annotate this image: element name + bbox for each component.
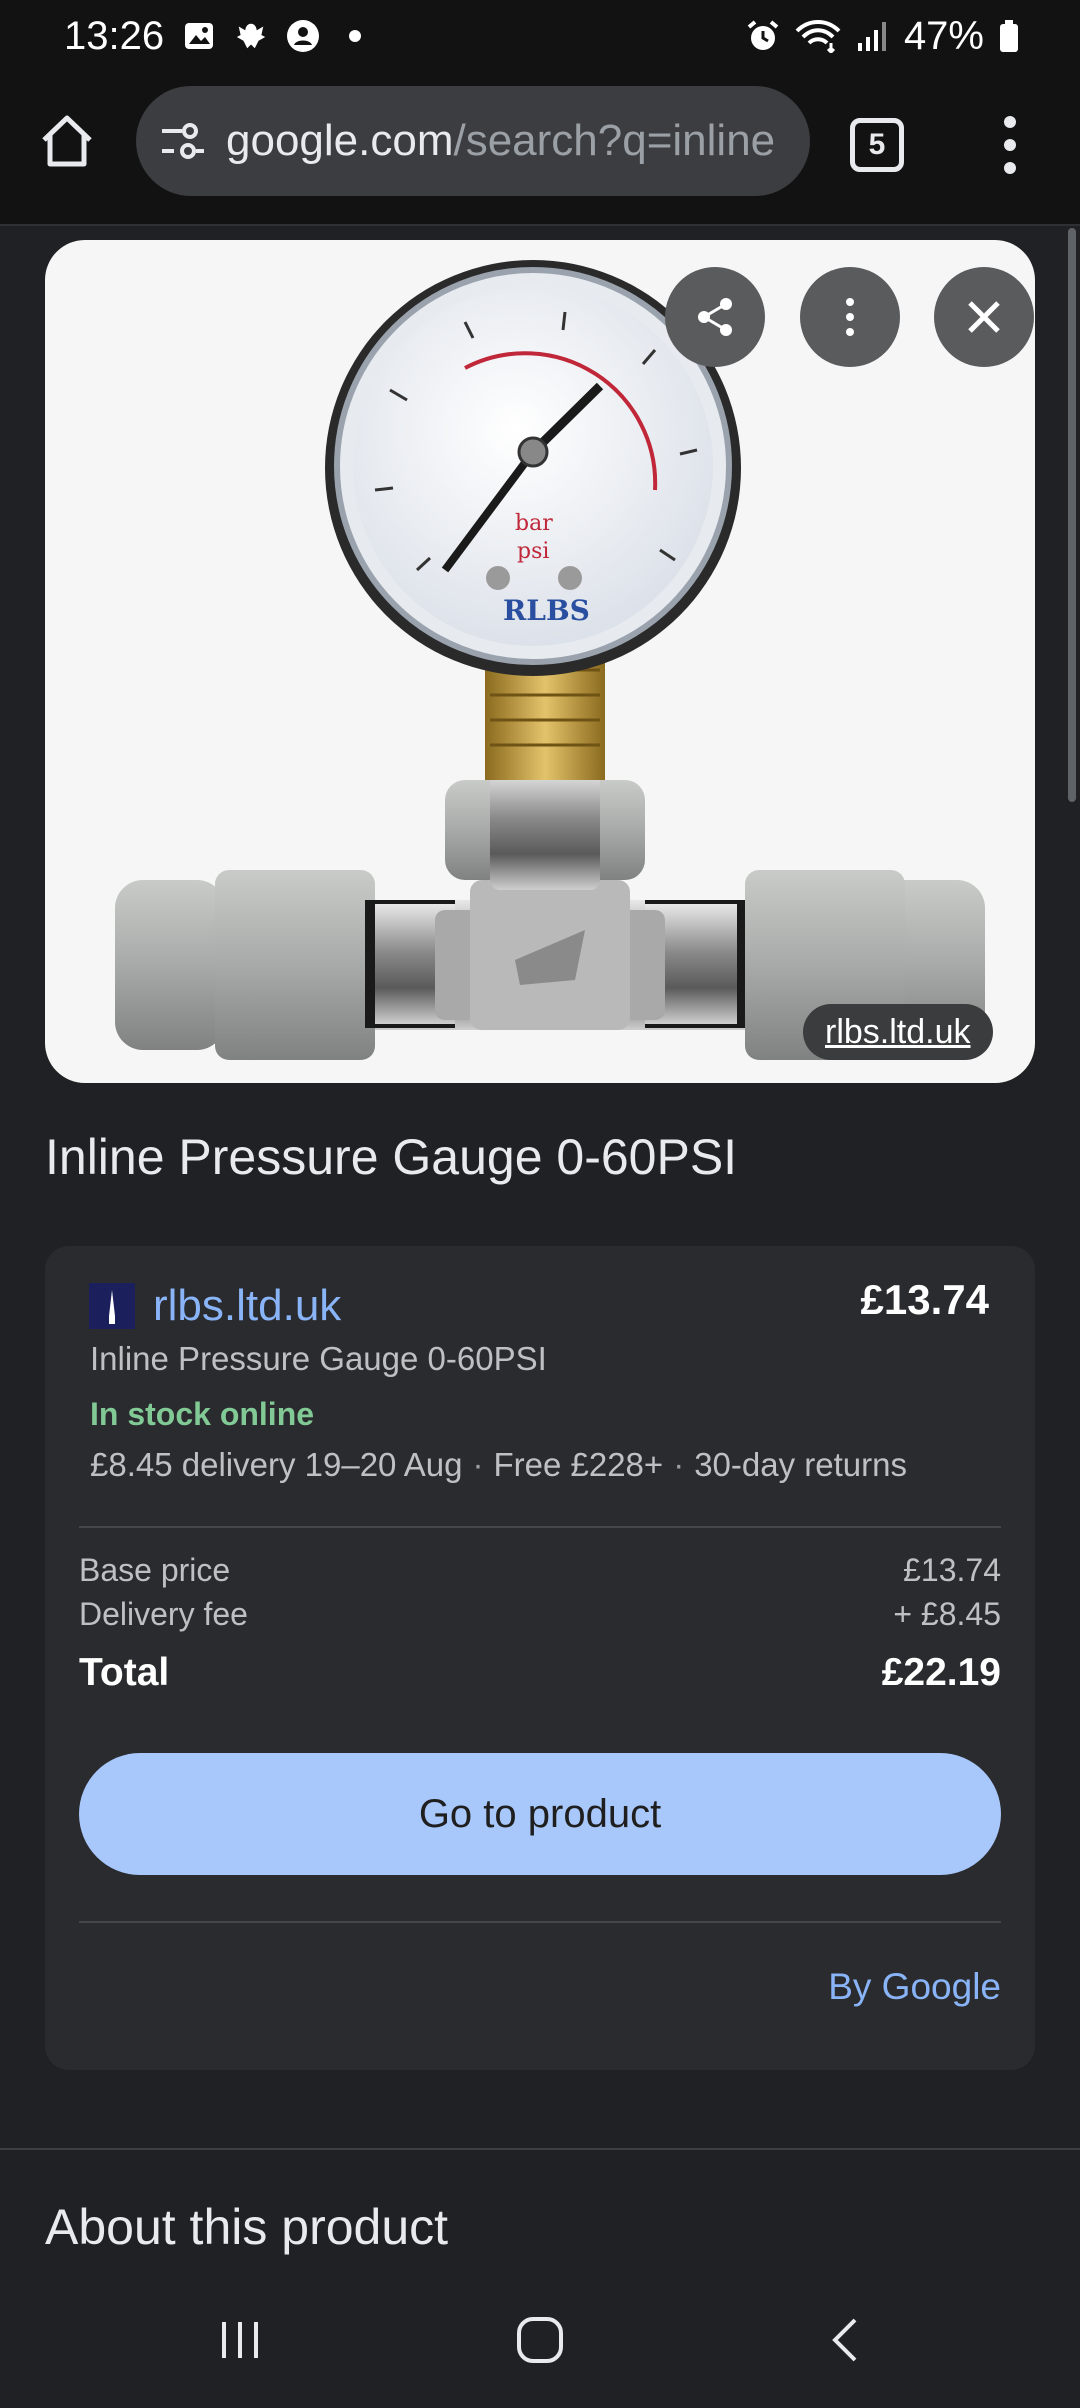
divider [79,1526,1001,1528]
signal-icon [856,19,890,53]
close-button[interactable] [934,267,1034,367]
stock-status: In stock online [90,1396,315,1432]
by-google-link[interactable]: By Google [828,1966,1001,2008]
clock: 13:26 [64,13,165,58]
product-title: Inline Pressure Gauge 0-60PSI [45,1129,738,1185]
dot-icon [338,19,372,53]
url-path: /search?q=inline [453,116,776,165]
pressure-gauge-illustration: bar psi RLBS [115,260,985,1060]
base-price-row: Base price £13.74 [79,1552,1001,1589]
total-row: Total £22.19 [79,1651,1001,1695]
gauge-unit-bar: bar [515,511,553,536]
merchant-row[interactable]: rlbs.ltd.uk [89,1276,989,1336]
offer-card: rlbs.ltd.uk £13.74 Inline Pressure Gauge… [45,1246,1035,2070]
delivery-fee-value: + £8.45 [893,1596,1001,1632]
gauge-brand: RLBS [503,594,590,627]
address-bar[interactable]: google.com/search?q=inline [136,86,810,196]
site-settings-icon [162,123,204,159]
wifi-icon [794,19,842,53]
browser-menu-button[interactable] [990,110,1030,180]
delivery-info: £8.45 delivery 19–20 Aug · Free £228+ · 30-d… [90,1446,907,1484]
system-nav-bar [0,2272,1080,2408]
status-right: 47% [746,14,1020,59]
delivery-text: £8.45 delivery 19–20 Aug [90,1446,463,1483]
gauge-unit-psi: psi [517,539,549,564]
gallery-icon [182,19,216,53]
returns-policy: 30-day returns [694,1446,907,1483]
go-to-product-button[interactable]: Go to product [79,1753,1001,1875]
total-value: £22.19 [881,1651,1001,1694]
merchant-favicon-icon [89,1283,135,1329]
account-icon [286,19,320,53]
url-host: google.com [226,116,454,165]
bird-icon [234,19,268,53]
battery-percent: 47% [903,13,984,58]
total-label: Total [79,1651,170,1694]
delivery-fee-row: Delivery fee + £8.45 [79,1596,1001,1633]
offer-title: Inline Pressure Gauge 0-60PSI [90,1340,547,1377]
tab-switcher-button[interactable]: 5 [850,118,904,172]
divider [79,1921,1001,1923]
back-button[interactable] [815,2310,875,2370]
base-price-value: £13.74 [903,1552,1001,1588]
image-source-link[interactable]: rlbs.ltd.uk [803,1004,993,1060]
back-icon [832,2318,857,2362]
url-text: google.com/search?q=inline [226,116,775,166]
tab-count: 5 [868,128,886,161]
separator: · [472,1446,484,1483]
battery-icon [998,19,1020,53]
recent-apps-button[interactable] [210,2310,270,2370]
scrollbar[interactable] [1068,228,1076,802]
offer-price: £13.74 [860,1276,989,1323]
product-image[interactable]: bar psi RLBS rlbs.ltd.uk [45,240,1035,1083]
about-heading: About this product [45,2199,449,2255]
merchant-name[interactable]: rlbs.ltd.uk [153,1281,341,1331]
share-button[interactable] [665,267,765,367]
section-divider [0,2148,1080,2150]
home-nav-icon [517,2317,563,2363]
share-icon [698,298,732,336]
more-options-button[interactable] [800,267,900,367]
home-icon [42,115,92,167]
alarm-icon [746,19,780,53]
toolbar-divider [0,224,1080,226]
base-price-label: Base price [79,1552,231,1588]
recent-apps-icon [222,2322,258,2358]
close-icon [968,301,1000,333]
home-nav-button[interactable] [510,2310,570,2370]
delivery-fee-label: Delivery fee [79,1596,248,1632]
separator: · [673,1446,685,1483]
status-bar: 13:26 47% [0,0,1080,72]
status-left: 13:26 [64,14,746,59]
home-button[interactable] [36,110,98,172]
browser-toolbar: google.com/search?q=inline 5 [0,72,1080,224]
menu-dot-icon [1004,115,1016,128]
more-vert-icon [846,298,854,336]
menu-dot-icon [1004,138,1016,151]
free-delivery-threshold: Free £228+ [493,1446,664,1483]
menu-dot-icon [1004,162,1016,175]
